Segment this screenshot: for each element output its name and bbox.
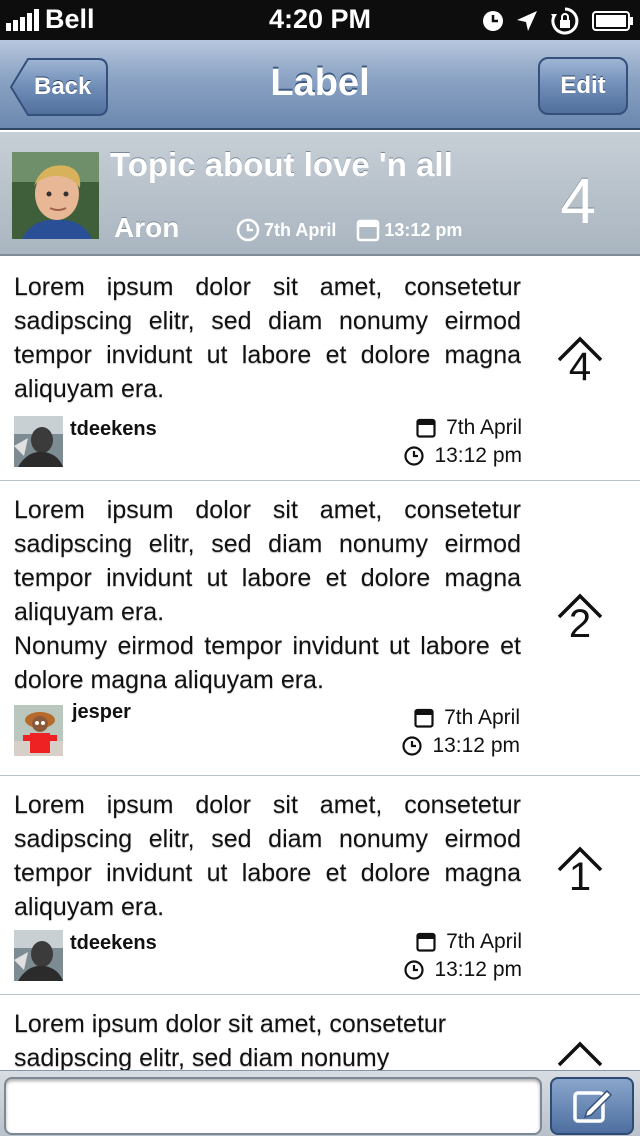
post-meta: 7th April 13:12 pm <box>402 704 520 760</box>
status-icons <box>482 6 634 36</box>
alarm-clock-icon <box>483 11 503 31</box>
post-date: 7th April <box>446 416 522 439</box>
location-arrow-icon <box>517 11 537 31</box>
calendar-icon <box>357 219 380 242</box>
post-text: Lorem ipsum dolor sit amet, consetetur s… <box>14 493 521 697</box>
post-text: Lorem ipsum dolor sit amet, consetetur s… <box>14 270 521 406</box>
post-text: Lorem ipsum dolor sit amet, consetetur s… <box>14 788 521 924</box>
battery-icon <box>592 11 633 31</box>
user-avatar[interactable] <box>14 705 63 756</box>
post-item[interactable]: Lorem ipsum dolor sit amet, consetetur s… <box>0 776 640 995</box>
clock-icon <box>404 446 425 466</box>
topic-author-avatar[interactable] <box>12 152 99 239</box>
topic-time: 13:12 pm <box>384 219 463 240</box>
post-paragraph: Lorem ipsum dolor sit amet, consetetur s… <box>14 496 521 626</box>
upvote-button[interactable]: 2 <box>556 593 604 644</box>
post-date: 7th April <box>444 706 520 729</box>
post-paragraph: Lorem ipsum dolor sit amet, consetetur s… <box>14 791 521 921</box>
compose-button[interactable] <box>550 1077 634 1135</box>
topic-title: Topic about love 'n all <box>110 146 453 183</box>
post-paragraph: Lorem ipsum dolor sit amet, consetetur s… <box>14 273 521 403</box>
reply-composer <box>0 1070 640 1136</box>
upvote-button[interactable] <box>556 1041 604 1067</box>
topic-meta: 7th April 13:12 pm <box>236 218 462 242</box>
post-time: 13:12 pm <box>432 734 520 757</box>
topic-reply-count: 4 <box>560 165 596 237</box>
navigation-bar: Back Label Edit <box>0 40 640 130</box>
clock-icon <box>404 960 425 980</box>
post-paragraph: Nonumy eirmod tempor invidunt ut labore … <box>14 632 521 694</box>
compose-icon <box>573 1089 613 1123</box>
calendar-icon <box>416 932 436 952</box>
chevron-up-icon <box>557 1041 603 1067</box>
post-username[interactable]: tdeekens <box>70 932 157 955</box>
post-time: 13:12 pm <box>434 444 522 467</box>
user-avatar[interactable] <box>14 416 63 467</box>
clock-icon <box>236 218 260 242</box>
post-time: 13:12 pm <box>434 958 522 981</box>
post-meta: 7th April 13:12 pm <box>404 414 522 470</box>
post-username[interactable]: tdeekens <box>70 418 157 441</box>
post-username[interactable]: jesper <box>72 701 131 724</box>
upvote-button[interactable]: 1 <box>556 846 604 897</box>
clock-icon <box>402 736 423 756</box>
post-date: 7th April <box>446 930 522 953</box>
post-text: Lorem ipsum dolor sit amet, consetetur s… <box>14 1007 521 1070</box>
topic-author[interactable]: Aron <box>114 212 179 244</box>
post-item[interactable]: Lorem ipsum dolor sit amet, consetetur s… <box>0 258 640 481</box>
status-bar: Bell 4:20 PM <box>0 0 640 40</box>
edit-button[interactable]: Edit <box>538 57 628 115</box>
upvote-button[interactable]: 4 <box>556 336 604 387</box>
user-avatar[interactable] <box>14 930 63 981</box>
post-paragraph: Lorem ipsum dolor sit amet, consetetur s… <box>14 1010 447 1070</box>
rotation-lock-icon <box>551 7 579 35</box>
reply-input[interactable] <box>4 1077 542 1135</box>
calendar-icon <box>416 418 436 438</box>
calendar-icon <box>414 708 434 728</box>
post-meta: 7th April 13:12 pm <box>404 928 522 984</box>
post-item[interactable]: Lorem ipsum dolor sit amet, consetetur s… <box>0 481 640 776</box>
post-item[interactable]: Lorem ipsum dolor sit amet, consetetur s… <box>0 995 640 1070</box>
topic-header: Topic about love 'n all Aron 7th April 1… <box>0 132 640 256</box>
topic-date: 7th April <box>264 219 337 240</box>
